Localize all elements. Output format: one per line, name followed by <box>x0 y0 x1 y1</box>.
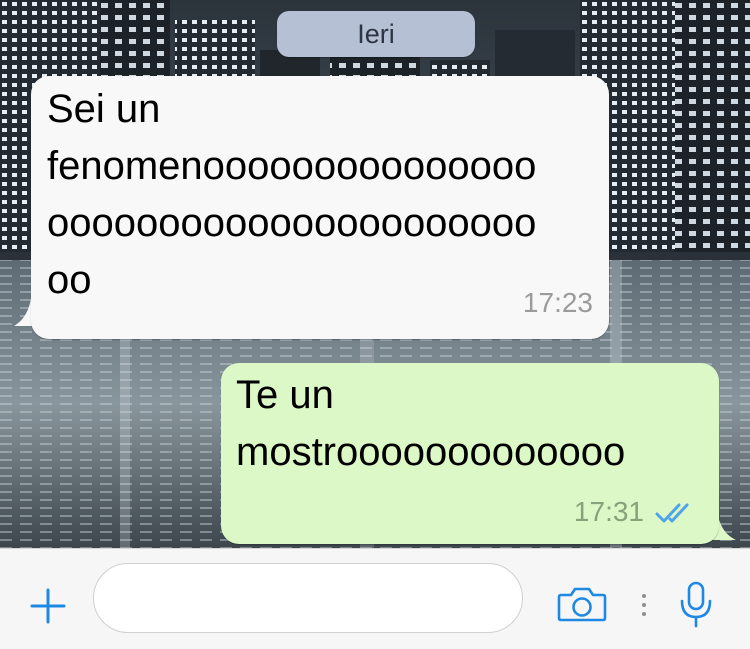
plus-icon[interactable] <box>29 587 67 625</box>
message-composer <box>0 548 750 649</box>
message-line: oo <box>47 258 92 302</box>
message-line: mostrooooooooooooo <box>236 430 626 474</box>
camera-icon[interactable] <box>557 586 607 622</box>
read-receipt-icon <box>655 503 689 523</box>
more-options-icon[interactable] <box>640 593 648 617</box>
outgoing-message-text: Te un mostrooooooooooooo <box>236 367 625 481</box>
message-line: Te un <box>236 373 334 417</box>
date-separator: Ieri <box>277 11 475 57</box>
outgoing-message[interactable]: Te un mostrooooooooooooo 17:31 <box>221 363 719 544</box>
message-timestamp: 17:23 <box>522 287 593 318</box>
message-timestamp: 17:31 <box>573 496 644 527</box>
message-line: Sei un <box>47 87 161 131</box>
incoming-message-text: Sei un fenomenooooooooooooooo oooooooooooo… <box>47 81 536 309</box>
message-line: oooooooooooooooooooooo <box>47 201 537 245</box>
message-line: fenomenooooooooooooooo <box>47 144 537 188</box>
message-input[interactable] <box>93 563 523 633</box>
microphone-icon[interactable] <box>678 581 714 629</box>
incoming-message[interactable]: Sei un fenomenooooooooooooooo oooooooooooo… <box>31 76 609 339</box>
